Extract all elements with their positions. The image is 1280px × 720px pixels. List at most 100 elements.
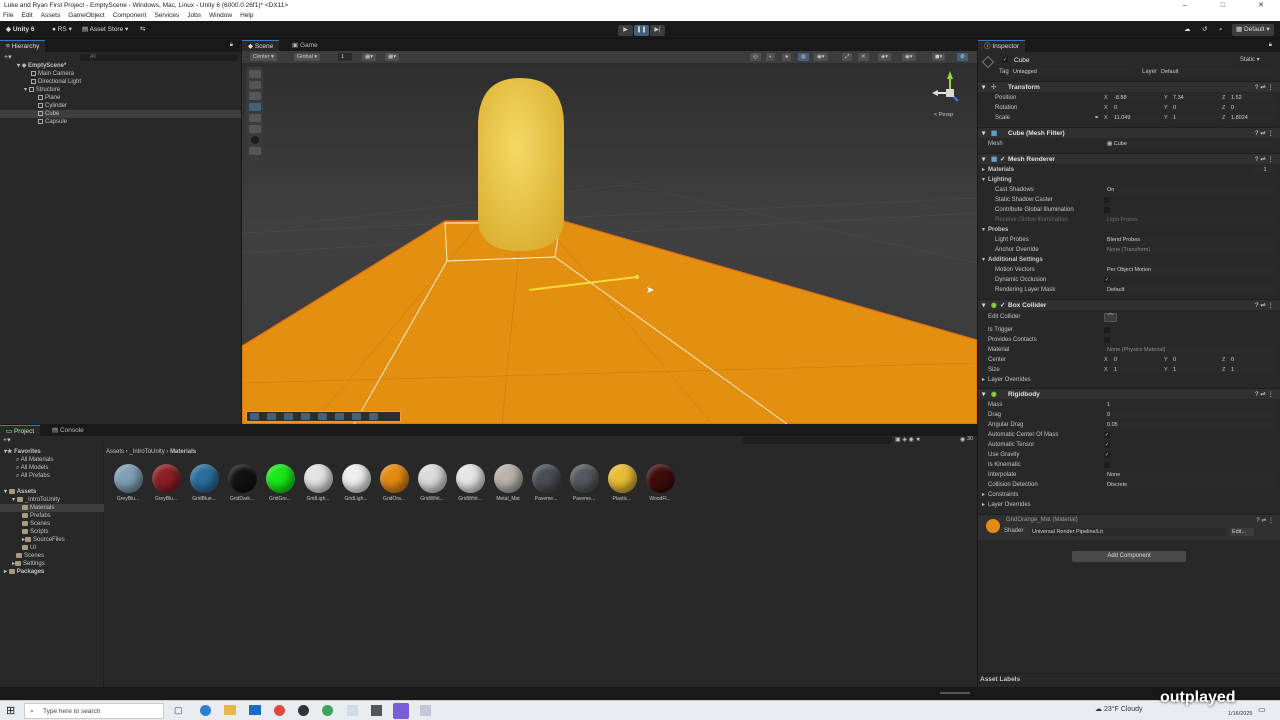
material-item[interactable]: WoodFl...	[643, 464, 677, 506]
tree-ui[interactable]: UI	[22, 544, 36, 552]
menu-gameobject[interactable]: GameObject	[68, 11, 105, 21]
gizmos-icon[interactable]: ◼▾	[932, 53, 946, 61]
collider-layer-overrides-row[interactable]: ▸ Layer Overrides	[978, 376, 1280, 385]
version-control-icon[interactable]: ⇆	[136, 24, 149, 36]
hierarchy-item-directional-light[interactable]: Directional Light	[0, 78, 241, 86]
size-z-field[interactable]: 1	[1229, 366, 1277, 374]
motion-vectors-dropdown[interactable]: Per Object Motion	[1105, 266, 1275, 274]
tree-source-files[interactable]: ▸ SourceFiles	[22, 536, 65, 544]
is-trigger-checkbox[interactable]	[1104, 327, 1110, 333]
component-menu-icon[interactable]: ? ⇌ ⋮	[1255, 82, 1274, 93]
thumbnail-size-slider[interactable]	[940, 692, 970, 694]
rotation-x-field[interactable]: 0	[1112, 104, 1162, 112]
fav-all-materials[interactable]: ⌕ All Materials	[16, 456, 53, 464]
material-item[interactable]: Plastic...	[605, 464, 639, 506]
material-item[interactable]: GridLigh...	[301, 464, 335, 506]
light-probes-dropdown[interactable]: Blend Probes	[1105, 236, 1275, 244]
is-kinematic-checkbox[interactable]	[1104, 462, 1110, 468]
dynamic-occlusion-checkbox[interactable]: ✓	[1104, 277, 1110, 283]
grid-icon[interactable]: ▦▾	[362, 53, 376, 61]
hierarchy-item-cylinder[interactable]: Cylinder	[0, 102, 241, 110]
shading-lit-icon[interactable]: ◍	[798, 53, 809, 61]
fav-all-models[interactable]: ⌕ All Models	[16, 464, 48, 472]
yellow-capsule[interactable]	[478, 78, 564, 251]
menu-help[interactable]: Help	[240, 11, 253, 21]
overlay-tool-3-icon[interactable]	[284, 413, 293, 420]
anchor-override-field[interactable]: None (Transform)	[1105, 246, 1275, 254]
object-name-input[interactable]: Cube	[1011, 56, 1231, 65]
material-item[interactable]: GridWhit...	[415, 464, 449, 506]
tab-inspector[interactable]: ⓘ Inspector	[978, 40, 1026, 52]
assets-root[interactable]: ▾ Assets	[4, 488, 36, 496]
minimize-button[interactable]: –	[1166, 0, 1204, 11]
shader-edit-button[interactable]: Edit...	[1230, 528, 1254, 536]
material-item[interactable]: GridGre...	[263, 464, 297, 506]
collider-tool-icon[interactable]	[248, 147, 261, 155]
tree-scenes[interactable]: Scenes	[22, 520, 50, 528]
rendering-layer-dropdown[interactable]: Default	[1105, 286, 1275, 294]
interpolate-dropdown[interactable]: None	[1105, 471, 1275, 479]
transform-header[interactable]: ▾ ✢ Transform? ⇌ ⋮	[978, 81, 1280, 92]
unity-editor-icon[interactable]	[371, 705, 382, 716]
component-menu-icon[interactable]: ? ⇌ ⋮	[1255, 300, 1274, 311]
add-icon[interactable]: +▾	[3, 436, 11, 444]
size-x-field[interactable]: 1	[1112, 366, 1162, 374]
pivot-dropdown[interactable]: Center ▾	[250, 53, 277, 61]
enabled-check-icon[interactable]: ✓	[1000, 154, 1005, 165]
asset-labels[interactable]: Asset Labels	[978, 673, 1280, 685]
tab-hierarchy[interactable]: ≡ Hierarchy	[0, 40, 46, 52]
scale-tool-icon[interactable]	[248, 103, 261, 111]
material-item[interactable]: Metal_Mat	[491, 464, 525, 506]
chrome-profile-icon[interactable]	[322, 705, 333, 716]
shading-wire-icon[interactable]: ◐	[766, 53, 776, 61]
close-button[interactable]: ✕	[1242, 0, 1280, 11]
tree-prefabs[interactable]: Prefabs	[22, 512, 51, 520]
hidden-packages-icon[interactable]: ◉	[960, 436, 965, 443]
mesh-filter-header[interactable]: ▾ ▦ Cube (Mesh Filter)? ⇌ ⋮	[978, 127, 1280, 138]
tab-project[interactable]: ▭ Project	[0, 425, 41, 436]
add-icon[interactable]: +▾	[4, 53, 12, 61]
account-button[interactable]: ● RS ▾	[48, 24, 76, 36]
gizmo-pivot[interactable]	[635, 275, 639, 279]
layer-dropdown[interactable]: Default	[1159, 68, 1275, 76]
asset-store-button[interactable]: ▤ Asset Store ▾	[78, 24, 132, 36]
center-y-field[interactable]: 0	[1171, 356, 1221, 364]
rigidbody-header[interactable]: ▾ ◉ Rigidbody? ⇌ ⋮	[978, 388, 1280, 399]
shading-solid-icon[interactable]: ●	[782, 53, 792, 61]
project-search-input[interactable]	[742, 437, 892, 444]
material-item[interactable]: Paveme...	[567, 464, 601, 506]
hidden-objects-icon[interactable]: ◈▾	[878, 53, 891, 61]
pause-button[interactable]: ❚❚	[634, 25, 649, 36]
lock-icon[interactable]: 🔒︎	[230, 42, 233, 49]
grid-snap-input[interactable]: 1	[338, 53, 352, 61]
weather-widget[interactable]: ☁ 23°F Cloudy	[1095, 705, 1143, 713]
breadcrumb-materials[interactable]: Materials	[170, 449, 196, 455]
material-item[interactable]: GridOra...	[377, 464, 411, 506]
menu-file[interactable]: File	[3, 11, 13, 21]
app-icon[interactable]	[347, 705, 358, 716]
static-toggle[interactable]: Static ▾	[1240, 56, 1260, 65]
overlay-tool-4-icon[interactable]	[301, 413, 310, 420]
additional-settings-row[interactable]: ▾ Additional Settings	[978, 256, 1280, 265]
mass-field[interactable]: 1	[1105, 401, 1275, 409]
tree-root-scenes[interactable]: Scenes	[16, 552, 44, 560]
mesh-field[interactable]: ▦ Cube	[1105, 140, 1275, 148]
material-item[interactable]: GridLigh...	[339, 464, 373, 506]
move-tool-icon[interactable]	[248, 81, 261, 89]
favorites-header[interactable]: ▾★ Favorites	[4, 448, 41, 456]
overlay-tool-6-icon[interactable]	[335, 413, 344, 420]
component-menu-icon[interactable]: ? ⇌ ⋮	[1255, 154, 1274, 165]
overlay-tool-2-icon[interactable]	[267, 413, 276, 420]
add-component-button[interactable]: Add Component	[1072, 551, 1186, 562]
scene-options-icon[interactable]: ⚙	[957, 53, 968, 61]
fav-all-prefabs[interactable]: ⌕ All Prefabs	[16, 472, 50, 480]
static-shadow-checkbox[interactable]	[1104, 197, 1110, 203]
rect-tool-icon[interactable]	[248, 114, 261, 122]
hierarchy-item-capsule[interactable]: Capsule	[0, 118, 241, 126]
search-icon[interactable]: ⌕	[1215, 24, 1227, 36]
link-icon[interactable]: ⚭	[1094, 114, 1099, 123]
component-menu-icon[interactable]: ? ⇌ ⋮	[1255, 128, 1274, 139]
custom-tool-icon[interactable]	[250, 136, 259, 144]
unity-button[interactable]: ◆ Unity 6	[2, 24, 38, 36]
lighting-row[interactable]: ▾ Lighting	[978, 176, 1280, 185]
